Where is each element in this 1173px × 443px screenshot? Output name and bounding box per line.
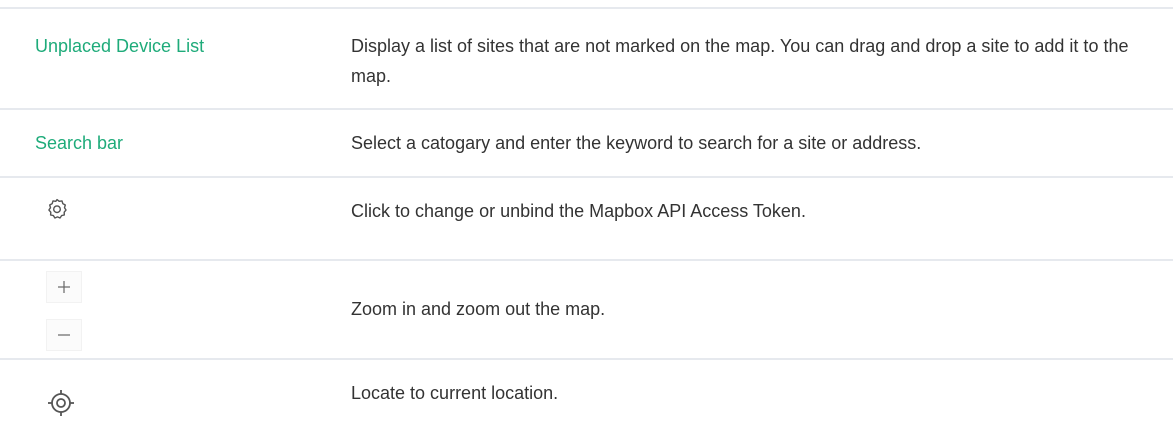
- gear-icon: [45, 197, 69, 221]
- table-row: Click to change or unbind the Mapbox API…: [0, 178, 1173, 259]
- zoom-out-button: [46, 319, 82, 351]
- table-row: Search bar Select a catogary and enter t…: [0, 110, 1173, 176]
- plus-icon: [57, 280, 71, 294]
- description-unplaced-device-list: Display a list of sites that are not mar…: [351, 36, 1129, 86]
- description-locate: Locate to current location.: [351, 383, 559, 403]
- table-row: Zoom in and zoom out the map.: [0, 261, 1173, 358]
- term-unplaced-device-list: Unplaced Device List: [35, 36, 205, 56]
- description-zoom: Zoom in and zoom out the map.: [351, 299, 606, 319]
- minus-icon: [57, 328, 71, 342]
- description-search-bar: Select a catogary and enter the keyword …: [351, 133, 922, 153]
- zoom-in-button: [46, 271, 82, 303]
- table-row: Unplaced Device List Display a list of s…: [0, 9, 1173, 108]
- table-row: Locate to current location.: [0, 360, 1173, 443]
- locate-icon: [47, 389, 75, 417]
- description-settings: Click to change or unbind the Mapbox API…: [351, 201, 806, 221]
- term-search-bar: Search bar: [35, 133, 124, 153]
